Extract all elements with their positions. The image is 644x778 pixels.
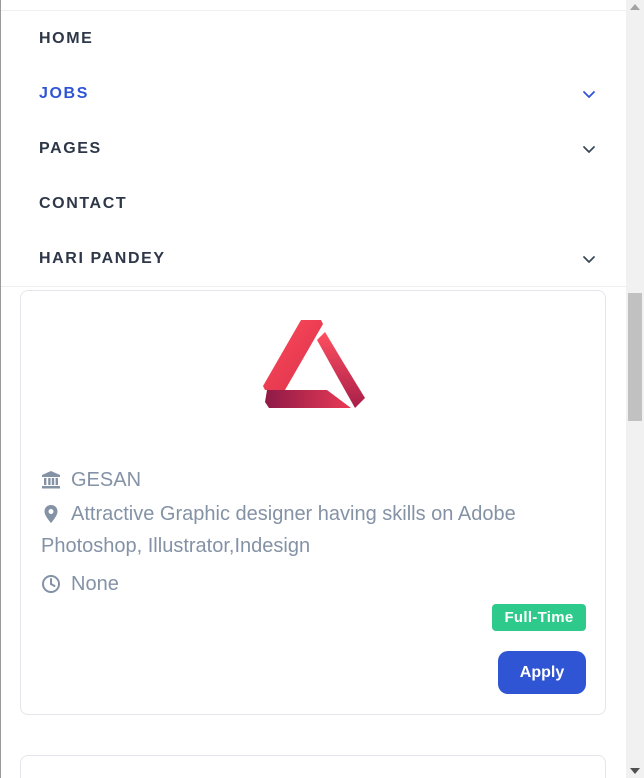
job-description: Attractive Graphic designer having skill…: [41, 498, 581, 562]
bank-icon: [42, 471, 60, 489]
nav-item-label: JOBS: [39, 84, 89, 102]
scroll-up-arrow-icon[interactable]: [630, 4, 640, 10]
vertical-scrollbar[interactable]: [626, 0, 644, 778]
nav-item-label: HOME: [39, 29, 94, 47]
job-card: GESAN Attractive Graphic designer having…: [20, 290, 606, 715]
mobile-nav-menu: HOME JOBS PAGES CONTACT HARI PANDEY: [1, 11, 626, 287]
nav-item-label: CONTACT: [39, 194, 128, 212]
nav-item-contact[interactable]: CONTACT: [39, 176, 601, 231]
job-time: None: [71, 573, 119, 595]
job-card-next: [20, 755, 606, 778]
nav-item-jobs[interactable]: JOBS: [39, 66, 601, 121]
apply-button[interactable]: Apply: [498, 651, 586, 694]
nav-item-label: HARI PANDEY: [39, 249, 166, 267]
job-description-text: Attractive Graphic designer having skill…: [41, 503, 516, 557]
chevron-down-icon[interactable]: [581, 141, 597, 157]
job-type-badge: Full-Time: [492, 604, 586, 631]
company-name: GESAN: [71, 469, 142, 491]
nav-item-pages[interactable]: PAGES: [39, 121, 601, 176]
company-logo-icon: [263, 320, 365, 408]
scroll-down-arrow-icon[interactable]: [630, 768, 640, 774]
time-row: None: [41, 568, 119, 600]
clock-icon: [42, 575, 60, 593]
chevron-down-icon[interactable]: [581, 251, 597, 267]
chevron-down-icon[interactable]: [581, 86, 597, 102]
map-pin-icon: [44, 505, 58, 523]
nav-item-user[interactable]: HARI PANDEY: [39, 231, 601, 286]
company-row: GESAN: [41, 464, 141, 496]
scrollbar-thumb[interactable]: [628, 293, 642, 421]
nav-item-label: PAGES: [39, 139, 102, 157]
nav-item-home[interactable]: HOME: [39, 11, 601, 66]
